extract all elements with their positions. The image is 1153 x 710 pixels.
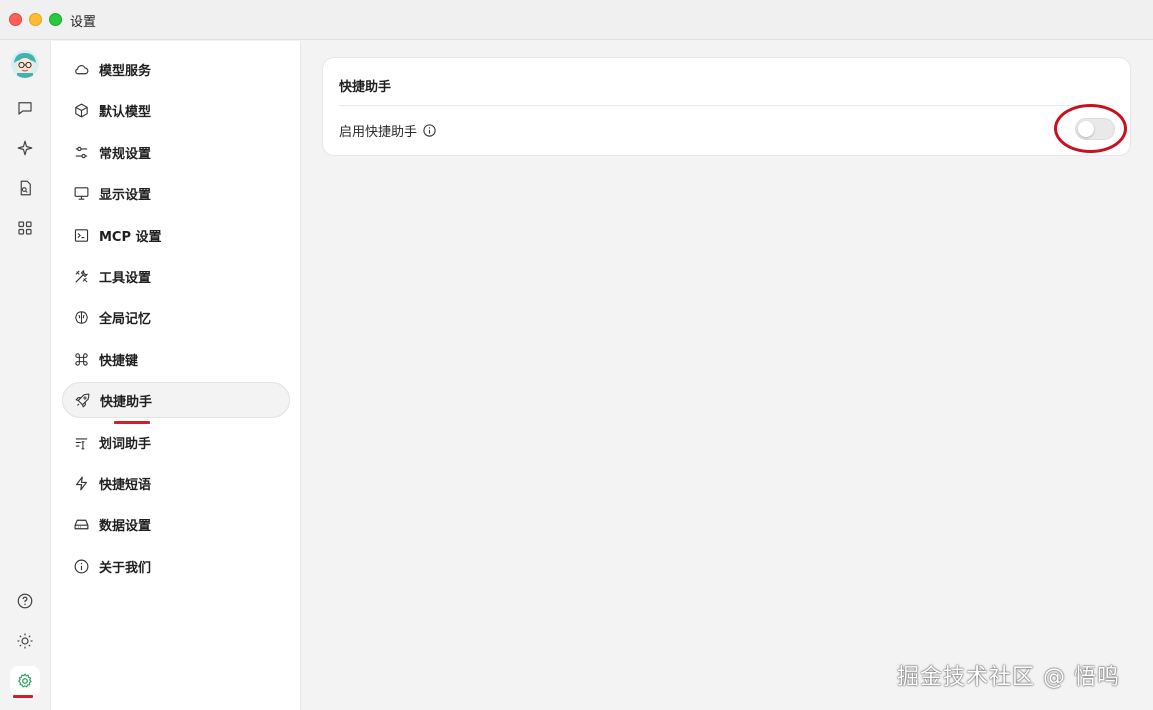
nav-item-quick-phrases[interactable]: 快捷短语 (62, 465, 290, 501)
settings-gear-icon (18, 673, 32, 688)
nav-item-label: 划词助手 (99, 436, 152, 452)
nav-item-data-settings[interactable]: 数据设置 (62, 506, 290, 542)
icon-rail (0, 41, 50, 710)
nav-item-general-settings[interactable]: 常规设置 (62, 134, 290, 170)
quick-assistant-card: 快捷助手 启用快捷助手 (322, 57, 1131, 156)
cube-icon (75, 103, 88, 117)
nav-item-selection-assistant[interactable]: 划词助手 (62, 424, 290, 460)
nav-item-label: 全局记忆 (99, 311, 152, 327)
monitor-icon (74, 186, 89, 200)
files-button[interactable] (10, 173, 40, 203)
info-tooltip-icon[interactable] (422, 123, 437, 138)
file-search-icon (20, 180, 31, 196)
nav-item-mcp-settings[interactable]: MCP 设置 (62, 217, 290, 253)
tools-icon (75, 269, 88, 283)
apps-button[interactable] (10, 213, 40, 243)
settings-window: 设置 模型服务 默认模型 常规设置 显示设置 MCP 设置 工具设置 全局记忆 … (0, 0, 1153, 710)
nav-item-tool-settings[interactable]: 工具设置 (62, 258, 290, 294)
enable-quick-assistant-row: 启用快捷助手 (339, 121, 437, 140)
avatar[interactable] (11, 50, 39, 78)
divider (339, 105, 1114, 106)
nav-item-display-settings[interactable]: 显示设置 (62, 175, 290, 211)
text-select-icon (75, 437, 88, 449)
chat-button[interactable] (10, 93, 40, 123)
watermark: 掘金技术社区 @ 悟鸣 (897, 665, 1120, 690)
hard-drive-icon (74, 519, 89, 529)
nav-item-global-memory[interactable]: 全局记忆 (62, 299, 290, 335)
settings-nav: 模型服务 默认模型 常规设置 显示设置 MCP 设置 工具设置 全局记忆 快捷键… (50, 41, 301, 710)
theme-toggle-button[interactable] (10, 626, 40, 656)
zap-icon (75, 476, 88, 490)
terminal-icon (74, 228, 89, 242)
settings-content: 快捷助手 启用快捷助手 掘金技术社区 @ 悟鸣 (301, 41, 1153, 710)
cloud-icon (75, 64, 89, 74)
brain-icon (75, 310, 88, 324)
help-icon (17, 593, 33, 609)
nav-item-label: 模型服务 (99, 63, 152, 79)
annotation-underline (13, 695, 33, 698)
sun-icon (17, 633, 33, 649)
close-window-button[interactable] (9, 13, 22, 26)
nav-item-label: 数据设置 (99, 518, 152, 534)
nav-item-label: 常规设置 (99, 146, 152, 162)
annotation-circle (1054, 104, 1127, 153)
nav-item-shortcuts[interactable]: 快捷键 (62, 341, 290, 377)
settings-button[interactable] (10, 666, 40, 696)
nav-item-about-us[interactable]: 关于我们 (62, 548, 290, 584)
window-title: 设置 (70, 15, 97, 30)
nav-item-model-service[interactable]: 模型服务 (62, 51, 290, 87)
apps-grid-icon (18, 221, 32, 235)
nav-item-label: 工具设置 (99, 270, 152, 286)
minimize-window-button[interactable] (29, 13, 42, 26)
nav-item-label: 关于我们 (99, 560, 152, 576)
nav-item-quick-assistant[interactable]: 快捷助手 (62, 382, 290, 418)
zoom-window-button[interactable] (49, 13, 62, 26)
help-button[interactable] (10, 586, 40, 616)
enable-quick-assistant-label: 启用快捷助手 (339, 125, 418, 140)
nav-item-label: 默认模型 (99, 104, 152, 120)
nav-item-label: MCP 设置 (99, 229, 162, 245)
rocket-icon (75, 393, 90, 407)
sparkle-icon (17, 140, 33, 156)
title-bar: 设置 (0, 0, 1153, 40)
sliders-icon (75, 146, 88, 158)
nav-item-label: 快捷助手 (100, 394, 153, 410)
chat-icon (18, 102, 32, 115)
card-title: 快捷助手 (339, 80, 392, 95)
nav-item-label: 显示设置 (99, 187, 152, 203)
nav-item-default-model[interactable]: 默认模型 (62, 92, 290, 128)
info-icon (74, 559, 89, 573)
nav-item-label: 快捷短语 (99, 477, 152, 493)
command-icon (75, 352, 88, 366)
nav-item-label: 快捷键 (99, 353, 139, 369)
agents-button[interactable] (10, 133, 40, 163)
